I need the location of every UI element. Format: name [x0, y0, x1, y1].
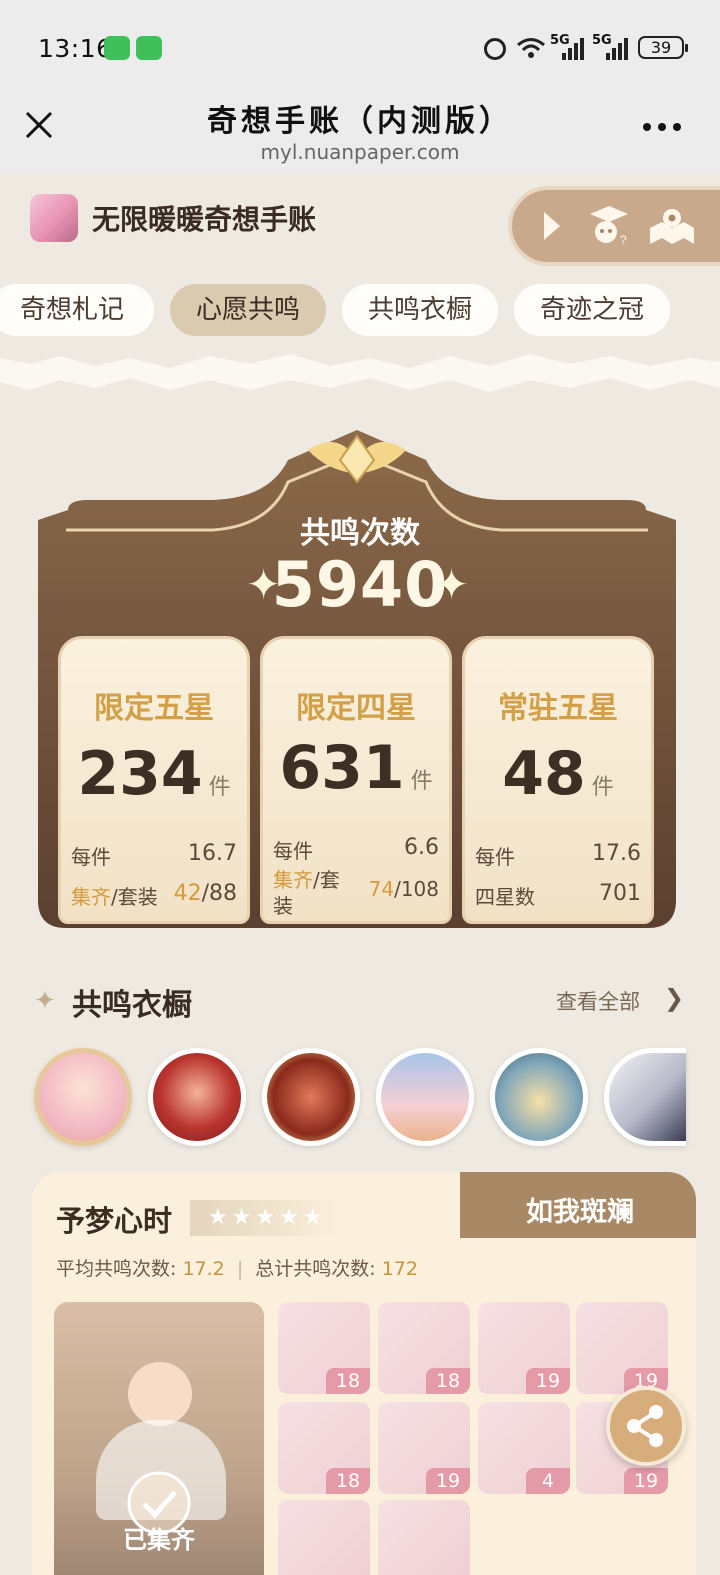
resonance-count-label: 共鸣次数 — [300, 516, 420, 551]
limited-five-star-card: 限定五星 234 件 每件 16.7 集齐/套装 42/88 — [58, 636, 250, 924]
collected-value: 74/108 — [368, 877, 439, 901]
outfit-item-hair[interactable]: 18 — [378, 1302, 470, 1394]
per-item-row: 每件 16.7 — [71, 841, 237, 869]
app-logo — [30, 194, 78, 242]
tab-miracle-crown[interactable]: 奇迹之冠 — [514, 284, 670, 336]
collected-row: 集齐/套装 — [273, 868, 340, 918]
tab-resonance-wardrobe[interactable]: 共鸣衣橱 — [342, 284, 498, 336]
tab-bar: 奇想札记 心愿共鸣 共鸣衣橱 奇迹之冠 — [0, 284, 720, 336]
card-count: 631 件 — [279, 733, 433, 803]
signal-icon — [606, 38, 628, 60]
per-item-row: 每件 17.6 — [475, 841, 641, 869]
more-menu-icon[interactable] — [642, 122, 682, 132]
collection-name: 予梦心时 — [56, 1204, 173, 1238]
standard-five-star-card: 常驻五星 48 件 每件 17.6 四星数 701 — [462, 636, 654, 924]
collected-label: 已集齐 — [123, 1526, 195, 1554]
chevron-right-icon[interactable]: ❯ — [664, 984, 684, 1012]
four-star-row: 四星数 701 — [475, 881, 641, 909]
card-title: 限定五星 — [94, 691, 214, 726]
outfit-item-socks[interactable] — [278, 1500, 370, 1575]
outfit-item-accessory[interactable]: 19 — [576, 1302, 668, 1394]
torn-paper-divider — [0, 354, 720, 392]
outfit-item-gloves[interactable]: 18 — [278, 1402, 370, 1494]
share-button[interactable] — [606, 1386, 686, 1466]
avatar-outfit[interactable] — [262, 1048, 360, 1146]
wechat-notification-icon — [104, 36, 130, 60]
character-face — [128, 1362, 192, 1426]
per-item-row: 每件 6.6 — [273, 835, 439, 863]
collection-tag-label: 如我斑斓 — [526, 1197, 634, 1228]
battery-indicator: 39 — [638, 36, 688, 59]
section-title: 共鸣衣橱 — [72, 988, 192, 1023]
outfit-item-wand[interactable]: 19 — [478, 1302, 570, 1394]
avatar-outfit[interactable] — [604, 1048, 686, 1146]
card-title: 限定四星 — [296, 691, 416, 726]
svg-text:?: ? — [620, 233, 627, 247]
resonance-count-value: 5940 — [271, 548, 449, 621]
map-icon[interactable] — [648, 206, 696, 246]
app-name: 无限暖暖奇想手账 — [92, 203, 317, 236]
tab-notes[interactable]: 奇想札记 — [0, 284, 154, 336]
section-star-icon: ✦ — [34, 986, 56, 1016]
avatar-outfit[interactable] — [490, 1048, 588, 1146]
collection-stats: 平均共鸣次数: 17.2 | 总计共鸣次数: 172 — [56, 1258, 418, 1280]
page-url: myl.nuanpaper.com — [260, 140, 460, 164]
share-icon — [627, 1405, 663, 1447]
status-time: 13:16 — [38, 34, 113, 63]
alarm-icon — [484, 38, 506, 60]
card-count: 48 件 — [502, 739, 614, 809]
outfit-item-earrings[interactable]: 4 — [478, 1402, 570, 1494]
card-title: 常驻五星 — [498, 691, 618, 726]
play-arrow-icon[interactable] — [540, 210, 564, 242]
outfit-item-dress[interactable]: 18 — [278, 1302, 370, 1394]
tutor-icon[interactable]: ? — [586, 204, 632, 248]
wechat-notification-icon — [136, 36, 162, 60]
view-all-link[interactable]: 查看全部 — [556, 986, 640, 1016]
star-rating: ★★★★★ — [190, 1200, 340, 1236]
limited-four-star-card: 限定四星 631 件 每件 6.6 集齐/套装 74/108 — [260, 636, 452, 924]
sparkle-icon: ✦ — [434, 560, 470, 609]
avatar-outfit[interactable] — [376, 1048, 474, 1146]
card-count: 234 件 — [77, 739, 231, 809]
avatar-outfit[interactable] — [34, 1048, 132, 1146]
signal-icon — [562, 38, 584, 60]
outfit-item-hairstyle[interactable]: 19 — [378, 1402, 470, 1494]
tab-wish-resonance[interactable]: 心愿共鸣 — [170, 284, 326, 336]
page-title: 奇想手账（内测版） — [207, 104, 513, 139]
wifi-icon — [517, 38, 545, 58]
avatar-outfit[interactable] — [148, 1048, 246, 1146]
outfit-item-shoes[interactable] — [378, 1500, 470, 1575]
collected-row: 集齐/套装 42/88 — [71, 881, 237, 909]
